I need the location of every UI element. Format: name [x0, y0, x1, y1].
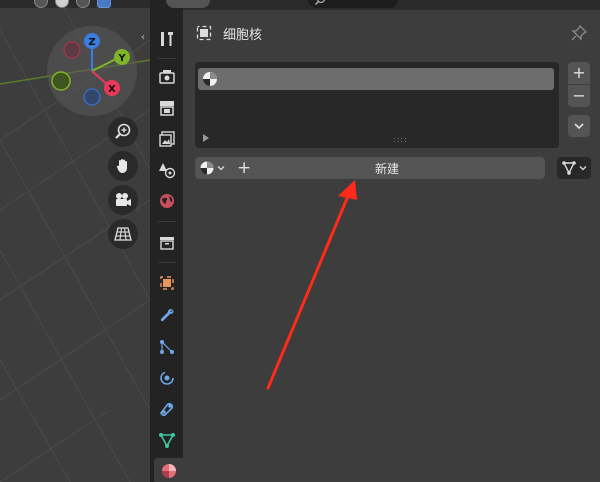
chevron-down-icon	[579, 166, 587, 171]
sidebar-toggle-icon[interactable]: ‹	[141, 32, 150, 44]
tool-icon	[161, 32, 173, 46]
tab-tool[interactable]	[154, 26, 180, 52]
zoom-icon	[115, 123, 131, 139]
material-slot-item[interactable]	[198, 68, 554, 90]
pin-button[interactable]	[570, 24, 588, 42]
material-shading-button[interactable]	[76, 0, 90, 8]
render-icon	[159, 70, 175, 84]
material-icon	[161, 464, 176, 478]
tab-object[interactable]	[154, 270, 180, 296]
tab-collection[interactable]	[154, 230, 180, 256]
new-material-button[interactable]: + 新建	[229, 157, 545, 179]
slot-specials-menu[interactable]	[568, 115, 590, 137]
scene-icon	[159, 163, 176, 179]
object-icon	[160, 276, 174, 290]
physics-icon	[160, 371, 174, 385]
collection-icon	[160, 237, 174, 250]
browse-material-button[interactable]	[195, 157, 229, 179]
material-properties-panel: 细胞核 :::: + − + 新建	[166, 0, 600, 482]
tab-output[interactable]	[154, 95, 180, 121]
hand-icon	[116, 159, 127, 173]
breadcrumb: 细胞核	[195, 22, 262, 44]
new-material-label: 新建	[374, 162, 399, 176]
chevron-down-icon	[574, 123, 584, 130]
zoom-button[interactable]	[108, 117, 138, 147]
node-link-icon	[562, 161, 576, 175]
3d-viewport[interactable]: Z Y X ‹	[0, 0, 150, 482]
search-icon	[314, 0, 326, 6]
viewport-header	[0, 0, 150, 8]
gizmo-z-label: Z	[88, 37, 95, 48]
material-sphere-icon	[203, 72, 217, 86]
remove-slot-button[interactable]: −	[568, 85, 590, 107]
tab-render[interactable]	[154, 64, 180, 90]
properties-search-input[interactable]	[308, 0, 398, 8]
tab-modifier[interactable]	[154, 303, 180, 329]
constraints-icon	[160, 402, 174, 416]
world-icon	[160, 194, 174, 208]
tab-data[interactable]	[154, 427, 180, 453]
tab-constraints[interactable]	[154, 396, 180, 422]
add-slot-button[interactable]: +	[568, 62, 590, 84]
pin-icon	[571, 24, 588, 41]
camera-view-button[interactable]	[108, 185, 138, 215]
view-layer-icon	[159, 131, 175, 147]
solid-shading-button[interactable]	[55, 0, 69, 8]
rendered-shading-button[interactable]	[97, 0, 111, 8]
tab-particles[interactable]	[154, 334, 180, 360]
grid-icon	[114, 227, 132, 241]
pan-button[interactable]	[108, 151, 138, 181]
list-resize-grip[interactable]: ::::	[393, 136, 408, 144]
list-filter-expander[interactable]	[203, 134, 209, 142]
properties-tab-strip	[150, 0, 183, 482]
material-sphere-icon	[200, 161, 214, 175]
modifier-icon	[160, 308, 174, 322]
gizmo-y-label: Y	[117, 53, 126, 64]
tab-physics[interactable]	[154, 365, 180, 391]
node-link-button[interactable]	[557, 157, 591, 179]
editor-type-dropdown[interactable]	[166, 0, 210, 8]
output-icon	[160, 101, 174, 116]
particles-icon	[160, 340, 174, 354]
perspective-toggle-button[interactable]	[108, 219, 138, 249]
object-square-icon	[195, 24, 213, 42]
breadcrumb-object-name: 细胞核	[223, 27, 263, 43]
tab-world[interactable]	[154, 188, 180, 214]
material-slot-list[interactable]: ::::	[195, 62, 559, 148]
navigation-gizmo[interactable]: Z Y X	[46, 25, 138, 117]
tab-scene[interactable]	[154, 157, 180, 183]
chevron-down-icon	[217, 166, 225, 171]
gizmo-x-label: X	[108, 84, 116, 95]
panel-header	[166, 0, 600, 10]
tab-material[interactable]	[154, 458, 183, 482]
wireframe-shading-button[interactable]	[34, 0, 48, 8]
camera-icon	[116, 193, 131, 206]
tab-view-layer[interactable]	[154, 126, 180, 152]
data-icon	[159, 433, 175, 448]
